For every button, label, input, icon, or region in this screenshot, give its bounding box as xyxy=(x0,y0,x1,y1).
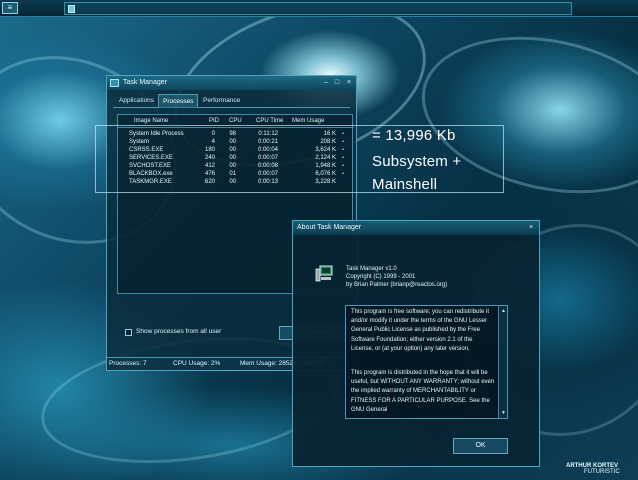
taskbar-task-button[interactable] xyxy=(64,2,572,15)
about-version: Task Manager v1.0 xyxy=(346,266,397,272)
show-all-checkbox[interactable] xyxy=(125,329,132,336)
license-paragraph-2: This program is distributed in the hope … xyxy=(351,370,495,413)
computer-icon xyxy=(315,265,333,282)
about-title: About Task Manager xyxy=(297,224,362,231)
column-cpu[interactable]: CPU xyxy=(229,118,242,124)
license-paragraph-1: This program is free software; you can r… xyxy=(351,309,490,352)
annotation-memory-total: = 13,996 Kb xyxy=(372,127,456,144)
close-icon[interactable]: × xyxy=(345,79,353,87)
start-button[interactable]: ≡ xyxy=(2,2,18,14)
task-button-icon xyxy=(68,5,75,13)
scroll-down-icon[interactable]: ▼ xyxy=(501,410,506,416)
taskmanager-app-icon xyxy=(110,79,119,87)
column-mem-usage[interactable]: Mem Usage xyxy=(292,118,324,124)
show-all-label: Show processes from all user xyxy=(136,328,222,335)
taskbar: ≡ xyxy=(0,0,638,17)
task-manager-title: Task Manager xyxy=(123,79,167,86)
task-manager-tabs: Applications Processes Performance xyxy=(113,94,350,108)
start-icon: ≡ xyxy=(7,3,13,12)
annotation-mainshell: Mainshell xyxy=(372,176,438,193)
license-textbox[interactable]: This program is free software; you can r… xyxy=(345,305,508,419)
column-cpu-time[interactable]: CPU Time xyxy=(256,118,283,124)
about-author: by Brian Palmer (brianp@reactos.org) xyxy=(346,282,448,288)
minimize-icon[interactable]: – xyxy=(322,79,330,87)
status-cpu-usage: CPU Usage: 2% xyxy=(173,360,221,367)
about-titlebar[interactable]: About Task Manager × xyxy=(293,221,539,235)
scroll-up-icon[interactable]: ▲ xyxy=(501,308,506,314)
artist-logo: ARTHUR KORTEV FUTURISTIC xyxy=(566,463,620,475)
about-copyright: Copyright (C) 1999 - 2001 xyxy=(346,274,416,280)
column-image-name[interactable]: Image Name xyxy=(134,118,168,124)
maximize-icon[interactable]: □ xyxy=(333,79,341,87)
annotation-subsystem: Subsystem + xyxy=(372,153,462,170)
about-dialog: About Task Manager × Task Manager v1.0 C… xyxy=(292,220,540,467)
tab-applications[interactable]: Applications xyxy=(115,94,158,108)
task-manager-titlebar[interactable]: Task Manager – □ × xyxy=(107,76,356,90)
column-pid[interactable]: PID xyxy=(209,118,219,124)
close-icon[interactable]: × xyxy=(527,224,535,232)
tab-processes[interactable]: Processes xyxy=(158,94,199,108)
status-processes: Processes: 7 xyxy=(109,360,147,367)
license-scrollbar[interactable]: ▲ ▼ xyxy=(498,306,507,418)
ok-button[interactable]: OK xyxy=(453,438,508,454)
tab-performance[interactable]: Performance xyxy=(199,94,244,108)
